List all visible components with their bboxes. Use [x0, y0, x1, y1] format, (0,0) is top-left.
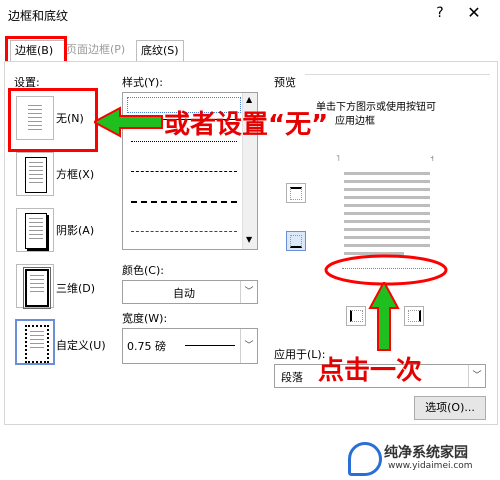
preview-hint-2: 应用边框 [335, 116, 375, 127]
width-select[interactable]: 0.75 磅 ﹀ [122, 328, 258, 364]
watermark: 纯净系统家园 www.yidaimei.com [346, 440, 496, 476]
chevron-down-icon[interactable]: ﹀ [240, 281, 257, 303]
highlight-box-none [8, 88, 98, 152]
help-button[interactable]: ? [430, 5, 450, 21]
preview-divider [305, 74, 490, 75]
tab-shading[interactable]: 底纹(S) [136, 40, 184, 61]
middle-border-button[interactable] [286, 231, 306, 251]
preset-shadow-icon[interactable] [16, 208, 54, 252]
width-label: 宽度(W): [122, 312, 168, 325]
preset-3d-icon[interactable] [16, 264, 54, 309]
watermark-logo-icon [348, 442, 382, 476]
left-border-icon [350, 310, 363, 322]
color-select[interactable]: 自动 ﹀ [122, 280, 258, 304]
preset-3d-label[interactable]: 三维(D) [56, 280, 95, 296]
line-style-dashed-small[interactable] [131, 171, 237, 172]
chevron-down-icon[interactable]: ﹀ [240, 329, 257, 363]
preset-custom-icon[interactable] [16, 320, 54, 364]
options-button[interactable]: 选项(O)... [414, 396, 486, 420]
annotation-text-or-none: 或者设置“无” [164, 110, 329, 140]
top-border-icon [290, 187, 302, 200]
title-bar: 边框和底纹 ? ✕ [0, 0, 500, 32]
tab-bar: 边框(B) 页面边框(P) 底纹(S) [0, 34, 500, 62]
scroll-down-icon[interactable]: ▼ [246, 235, 252, 244]
watermark-url: www.yidaimei.com [388, 461, 473, 471]
top-border-button[interactable] [286, 183, 306, 203]
preset-box-label[interactable]: 方框(X) [56, 166, 94, 182]
preview-hint-1: 单击下方图示或使用按钮可 [316, 102, 436, 113]
line-style-dash-dot[interactable] [131, 231, 237, 232]
annotation-arrow-left-icon [94, 106, 163, 138]
line-style-dotted[interactable] [131, 141, 237, 142]
watermark-title: 纯净系统家园 [384, 445, 468, 461]
apply-to-value: 段落 [281, 371, 303, 384]
window-title: 边框和底纹 [8, 9, 69, 23]
preset-shadow-label[interactable]: 阴影(A) [56, 222, 94, 238]
inside-border-icon [290, 235, 302, 248]
scroll-up-icon[interactable]: ▲ [246, 95, 252, 104]
right-border-icon [408, 310, 421, 322]
chevron-down-icon[interactable]: ﹀ [468, 365, 485, 387]
preset-custom-label[interactable]: 自定义(U) [56, 337, 106, 353]
line-style-dashed[interactable] [131, 201, 237, 203]
width-sample-line [185, 345, 235, 346]
preview-heading: 预览 [274, 76, 296, 89]
preset-box-icon[interactable] [16, 152, 54, 196]
close-button[interactable]: ✕ [462, 3, 486, 22]
color-label: 颜色(C): [122, 264, 164, 277]
annotation-arrow-up-icon [368, 282, 400, 351]
annotation-text-click-once: 点击一次 [318, 356, 423, 386]
style-heading: 样式(Y): [122, 76, 164, 89]
left-border-button[interactable] [346, 306, 366, 326]
color-value: 自动 [173, 287, 195, 300]
tab-page-border[interactable]: 页面边框(P) [62, 40, 129, 60]
width-value: 0.75 磅 [127, 340, 166, 353]
right-border-button[interactable] [404, 306, 424, 326]
